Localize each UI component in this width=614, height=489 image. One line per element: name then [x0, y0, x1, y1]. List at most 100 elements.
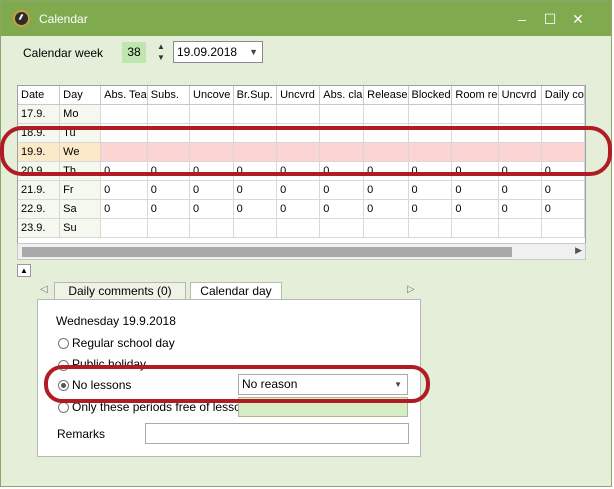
table-cell[interactable]: 0 — [147, 180, 191, 200]
table-cell[interactable]: 0 — [233, 199, 278, 219]
table-cell[interactable]: 0 — [408, 199, 453, 219]
title-bar[interactable]: Calendar – ☐ ✕ — [1, 1, 611, 36]
table-cell[interactable]: 0 — [276, 180, 321, 200]
table-cell[interactable] — [363, 104, 409, 124]
table-cell[interactable]: 23.9. — [18, 218, 61, 238]
table-cell[interactable]: 0 — [147, 199, 191, 219]
column-header[interactable]: Uncvrd — [276, 86, 321, 105]
calendar-week-field[interactable]: 38 — [122, 42, 146, 63]
table-cell[interactable]: 0 — [319, 180, 365, 200]
date-value: 19.09.2018 — [177, 45, 238, 59]
maximize-button[interactable]: ☐ — [539, 9, 561, 29]
spin-up-icon[interactable]: ▲ — [155, 41, 167, 52]
table-cell[interactable] — [498, 218, 542, 238]
column-header[interactable]: Blocked — [408, 86, 453, 105]
table-cell[interactable]: 0 — [541, 180, 585, 200]
table-cell[interactable]: 0 — [541, 199, 585, 219]
scroll-right-icon[interactable]: ▶ — [575, 245, 582, 256]
table-cell[interactable]: 0 — [498, 199, 542, 219]
spin-down-icon[interactable]: ▼ — [155, 52, 167, 63]
table-cell[interactable]: 0 — [100, 199, 148, 219]
table-cell[interactable] — [451, 218, 499, 238]
table-cell[interactable]: 0 — [498, 180, 542, 200]
week-spinner[interactable]: ▲ ▼ — [155, 41, 167, 64]
table-row[interactable]: 17.9. Mo — [18, 104, 585, 124]
tab-scroll-left-icon[interactable]: ◁ — [40, 284, 48, 295]
remarks-label: Remarks — [57, 427, 106, 441]
column-header[interactable]: Uncove — [189, 86, 234, 105]
table-cell[interactable] — [408, 104, 453, 124]
table-cell[interactable] — [276, 104, 321, 124]
tab-scroll-right-icon[interactable]: ▷ — [407, 284, 415, 295]
table-cell[interactable]: 22.9. — [18, 199, 61, 219]
table-cell[interactable] — [233, 104, 278, 124]
column-header[interactable]: Room re — [451, 86, 499, 105]
regular-day-radio[interactable] — [58, 338, 69, 349]
table-cell[interactable] — [498, 104, 542, 124]
table-row[interactable]: 21.9. Fr 0 0 0 0 0 0 0 0 0 0 0 — [18, 180, 585, 200]
table-cell[interactable] — [189, 104, 234, 124]
table-cell[interactable]: Fr — [59, 180, 102, 200]
table-row[interactable]: 22.9. Sa 0 0 0 0 0 0 0 0 0 0 0 — [18, 199, 585, 219]
table-cell[interactable]: Sa — [59, 199, 102, 219]
table-cell[interactable]: 0 — [363, 180, 409, 200]
table-cell[interactable] — [541, 104, 585, 124]
column-header[interactable]: Subs. — [147, 86, 191, 105]
table-cell[interactable]: 0 — [451, 180, 499, 200]
highlight-selected-row — [0, 126, 612, 176]
table-cell[interactable]: 21.9. — [18, 180, 61, 200]
scrollbar-thumb[interactable] — [22, 247, 512, 257]
table-cell[interactable]: 0 — [100, 180, 148, 200]
table-cell[interactable]: 0 — [276, 199, 321, 219]
table-cell[interactable] — [100, 104, 148, 124]
close-button[interactable]: ✕ — [567, 9, 589, 29]
periods-free-radio[interactable] — [58, 402, 69, 413]
column-header[interactable]: Abs. cla — [319, 86, 365, 105]
table-row[interactable]: 23.9. Su — [18, 218, 585, 238]
table-cell[interactable] — [147, 218, 191, 238]
column-header[interactable]: Release — [363, 86, 409, 105]
column-header[interactable]: Br.Sup. — [233, 86, 278, 105]
regular-day-label: Regular school day — [72, 336, 175, 350]
collapse-panel-button[interactable]: ▲ — [17, 264, 31, 277]
table-cell[interactable] — [319, 104, 365, 124]
table-cell[interactable] — [408, 218, 453, 238]
table-cell[interactable]: 0 — [233, 180, 278, 200]
tab-daily-comments[interactable]: Daily comments (0) — [54, 282, 186, 300]
calendar-week-label: Calendar week — [23, 46, 104, 60]
table-cell[interactable] — [451, 104, 499, 124]
table-cell[interactable] — [363, 218, 409, 238]
window-title: Calendar — [39, 12, 88, 26]
table-cell[interactable]: 0 — [189, 199, 234, 219]
table-cell[interactable]: 0 — [189, 180, 234, 200]
tab-calendar-day[interactable]: Calendar day — [190, 282, 282, 300]
table-cell[interactable]: 0 — [319, 199, 365, 219]
day-heading: Wednesday 19.9.2018 — [56, 314, 176, 328]
column-header[interactable]: Date — [18, 86, 61, 105]
table-cell[interactable]: Su — [59, 218, 102, 238]
horizontal-scrollbar[interactable]: ▶ — [17, 243, 586, 260]
table-cell[interactable] — [233, 218, 278, 238]
table-cell[interactable]: Mo — [59, 104, 102, 124]
table-cell[interactable]: 0 — [408, 180, 453, 200]
table-cell[interactable]: 0 — [451, 199, 499, 219]
table-cell[interactable] — [541, 218, 585, 238]
column-header[interactable]: Uncvrd — [498, 86, 542, 105]
table-cell[interactable] — [189, 218, 234, 238]
table-header-row: Date Day Abs. Tea Subs. Uncove Br.Sup. Uncvrd A… — [18, 86, 585, 105]
column-header[interactable]: Day — [59, 86, 102, 105]
table-cell[interactable]: 0 — [363, 199, 409, 219]
date-picker[interactable]: 19.09.2018 ▼ — [173, 41, 263, 63]
highlight-no-lessons — [44, 365, 430, 403]
clock-icon — [13, 10, 30, 27]
table-cell[interactable] — [100, 218, 148, 238]
table-cell[interactable] — [276, 218, 321, 238]
column-header[interactable]: Daily co — [541, 86, 585, 105]
table-cell[interactable] — [319, 218, 365, 238]
table-cell[interactable] — [147, 104, 191, 124]
chevron-down-icon[interactable]: ▼ — [249, 42, 258, 62]
remarks-input[interactable] — [145, 423, 409, 444]
table-cell[interactable]: 17.9. — [18, 104, 61, 124]
column-header[interactable]: Abs. Tea — [100, 86, 148, 105]
minimize-button[interactable]: – — [511, 9, 533, 29]
